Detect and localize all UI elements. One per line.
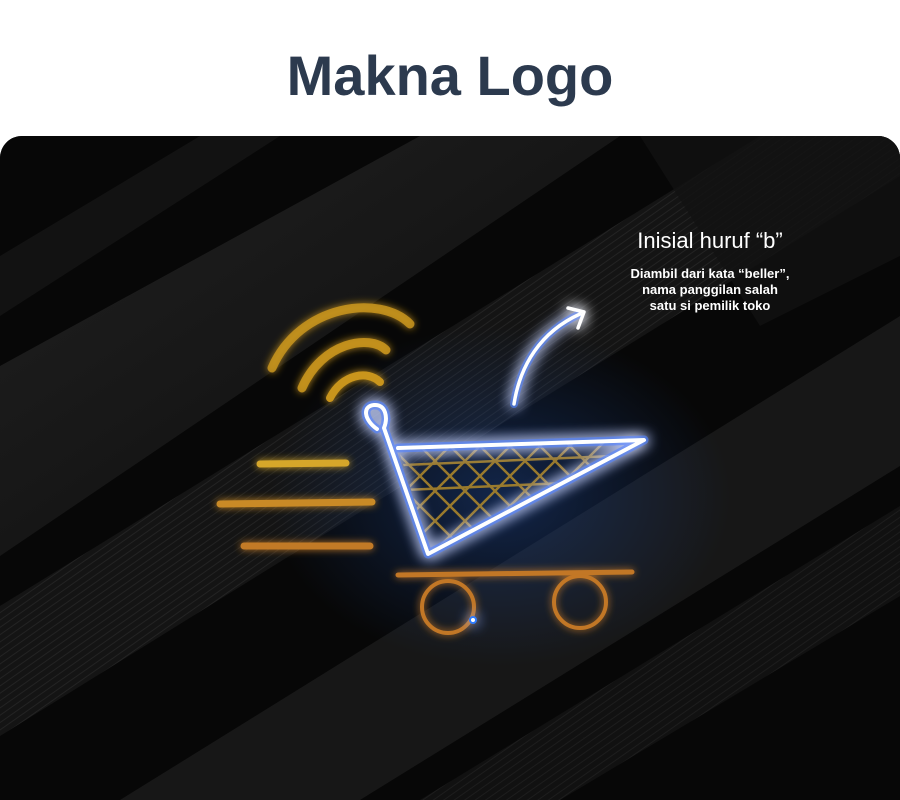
- logo-panel: Inisial huruf “b” Diambil dari kata “bel…: [0, 136, 900, 800]
- annotation-line: Diambil dari kata “beller”,: [630, 266, 790, 281]
- page-title: Makna Logo: [286, 44, 614, 107]
- annotation-title: Inisial huruf “b”: [637, 228, 783, 253]
- annotation: Inisial huruf “b” Diambil dari kata “bel…: [600, 228, 820, 314]
- cart-base: [395, 569, 635, 635]
- arrow-icon: [510, 306, 586, 408]
- annotation-line: satu si pemilik toko: [649, 298, 771, 313]
- wifi-signal-icon: [267, 303, 415, 402]
- annotation-line: nama panggilan salah: [642, 282, 778, 297]
- annotation-body: Diambil dari kata “beller”, nama panggil…: [600, 266, 820, 314]
- speed-lines-icon: [216, 459, 376, 550]
